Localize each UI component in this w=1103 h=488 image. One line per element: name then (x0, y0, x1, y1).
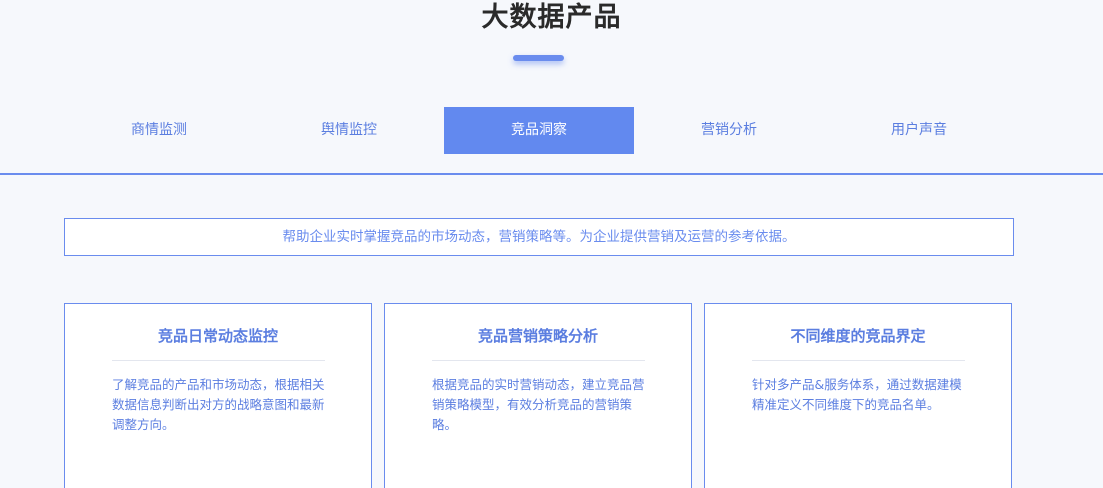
feature-card-text: 根据竞品的实时营销动态，建立竞品营销策略模型，有效分析竞品的营销策略。 (432, 377, 645, 432)
feature-card-title: 竞品营销策略分析 (477, 327, 598, 345)
feature-card-daily-monitoring: 竞品日常动态监控 了解竞品的产品和市场动态，根据相关数据信息判断出对方的战略意图… (64, 303, 372, 488)
page-title: 大数据产品 (481, 2, 622, 33)
feature-card-marketing-strategy: 竞品营销策略分析 根据竞品的实时营销动态，建立竞品营销策略模型，有效分析竞品的营… (384, 303, 692, 488)
title-underline-decoration (513, 55, 564, 61)
tab-business-monitoring[interactable]: 商情监测 (64, 107, 254, 154)
product-tabs: 商情监测 舆情监控 竞品洞察 营销分析 用户声音 (64, 107, 1014, 154)
tab-divider-line (0, 173, 1103, 175)
tab-competitor-insight[interactable]: 竞品洞察 (444, 107, 634, 154)
feature-card-divider (432, 360, 645, 361)
feature-card-text: 针对多产品&服务体系，通过数据建模精准定义不同维度下的竞品名单。 (752, 377, 962, 412)
product-description: 帮助企业实时掌握竞品的市场动态，营销策略等。为企业提供营销及运营的参考依据。 (64, 218, 1014, 256)
feature-card-title: 不同维度的竞品界定 (790, 327, 926, 345)
tab-public-opinion-monitoring[interactable]: 舆情监控 (254, 107, 444, 154)
feature-card-text: 了解竞品的产品和市场动态，根据相关数据信息判断出对方的战略意图和最新调整方向。 (112, 377, 325, 432)
feature-card-competitor-definition: 不同维度的竞品界定 针对多产品&服务体系，通过数据建模精准定义不同维度下的竞品名… (704, 303, 1012, 488)
feature-card-divider (112, 360, 325, 361)
tab-marketing-analysis[interactable]: 营销分析 (634, 107, 824, 154)
feature-card-divider (752, 360, 965, 361)
tab-user-voice[interactable]: 用户声音 (824, 107, 1014, 154)
feature-card-title: 竞品日常动态监控 (157, 327, 278, 345)
